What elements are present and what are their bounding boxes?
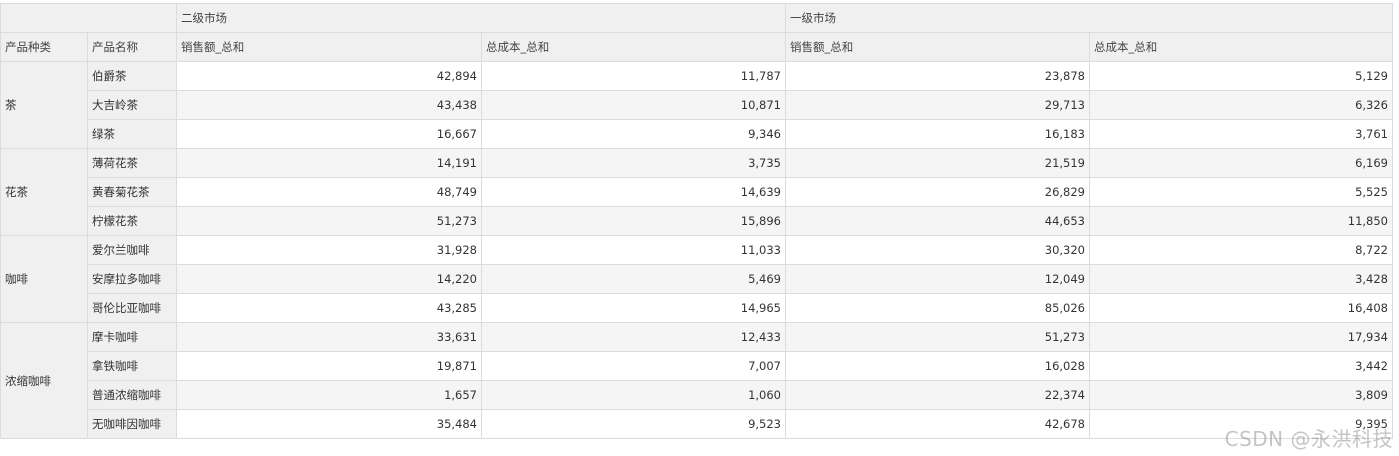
value-cell[interactable]: 3,809 <box>1089 380 1393 410</box>
value-cell[interactable]: 44,653 <box>785 206 1090 236</box>
value-cell[interactable]: 14,639 <box>481 177 786 207</box>
table-row: 柠檬花茶 51,273 15,896 44,653 11,850 <box>1 206 1393 236</box>
value-cell[interactable]: 14,191 <box>176 148 482 178</box>
value-cell[interactable]: 17,934 <box>1089 322 1393 352</box>
table-row: 绿茶 16,667 9,346 16,183 3,761 <box>1 119 1393 149</box>
row-header-product-name[interactable]: 安摩拉多咖啡 <box>87 264 177 294</box>
header-row-markets: 二级市场 一级市场 <box>0 3 1393 33</box>
value-cell[interactable]: 9,523 <box>481 409 786 439</box>
value-cell[interactable]: 5,129 <box>1089 61 1393 91</box>
row-header-product-name[interactable]: 伯爵茶 <box>87 61 177 91</box>
column-header-sales-sum[interactable]: 销售额_总和 <box>176 32 482 62</box>
value-cell[interactable]: 11,787 <box>481 61 786 91</box>
value-cell[interactable]: 48,749 <box>176 177 482 207</box>
column-header-cost-sum[interactable]: 总成本_总和 <box>481 32 786 62</box>
table-row: 大吉岭茶 43,438 10,871 29,713 6,326 <box>1 90 1393 120</box>
value-cell[interactable]: 3,761 <box>1089 119 1393 149</box>
row-header-product-name[interactable]: 哥伦比亚咖啡 <box>87 293 177 323</box>
value-cell[interactable]: 43,285 <box>176 293 482 323</box>
value-cell[interactable]: 9,395 <box>1089 409 1393 439</box>
table-row: 普通浓缩咖啡 1,657 1,060 22,374 3,809 <box>1 380 1393 410</box>
value-cell[interactable]: 42,894 <box>176 61 482 91</box>
value-cell[interactable]: 23,878 <box>785 61 1090 91</box>
value-cell[interactable]: 7,007 <box>481 351 786 381</box>
value-cell[interactable]: 15,896 <box>481 206 786 236</box>
value-cell[interactable]: 29,713 <box>785 90 1090 120</box>
value-cell[interactable]: 6,169 <box>1089 148 1393 178</box>
row-header-product-name[interactable]: 绿茶 <box>87 119 177 149</box>
pivot-body: 茶伯爵茶 42,894 11,787 23,878 5,129 大吉岭茶 43,438 10,… <box>0 61 1393 439</box>
value-cell[interactable]: 16,028 <box>785 351 1090 381</box>
value-cell[interactable]: 22,374 <box>785 380 1090 410</box>
row-header-product-name[interactable]: 普通浓缩咖啡 <box>87 380 177 410</box>
value-cell[interactable]: 1,060 <box>481 380 786 410</box>
value-cell[interactable]: 16,408 <box>1089 293 1393 323</box>
value-cell[interactable]: 9,346 <box>481 119 786 149</box>
column-header-primary-market[interactable]: 一级市场 <box>785 3 1393 33</box>
value-cell[interactable]: 12,049 <box>785 264 1090 294</box>
value-cell[interactable]: 16,667 <box>176 119 482 149</box>
row-header-product-name[interactable]: 拿铁咖啡 <box>87 351 177 381</box>
row-header-product-name[interactable]: 柠檬花茶 <box>87 206 177 236</box>
table-row: 黄春菊花茶 48,749 14,639 26,829 5,525 <box>1 177 1393 207</box>
row-header-category[interactable]: 茶 <box>0 61 88 149</box>
row-header-product-name[interactable]: 黄春菊花茶 <box>87 177 177 207</box>
value-cell[interactable]: 5,469 <box>481 264 786 294</box>
value-cell[interactable]: 33,631 <box>176 322 482 352</box>
value-cell[interactable]: 51,273 <box>785 322 1090 352</box>
value-cell[interactable]: 3,735 <box>481 148 786 178</box>
value-cell[interactable]: 16,183 <box>785 119 1090 149</box>
table-row: 无咖啡因咖啡 35,484 9,523 42,678 9,395 <box>1 409 1393 439</box>
value-cell[interactable]: 14,220 <box>176 264 482 294</box>
column-header-secondary-market[interactable]: 二级市场 <box>176 3 786 33</box>
table-row: 咖啡 爱尔兰咖啡 31,928 11,033 30,320 8,722 <box>0 235 1393 323</box>
value-cell[interactable]: 12,433 <box>481 322 786 352</box>
value-cell[interactable]: 35,484 <box>176 409 482 439</box>
row-header-product-name[interactable]: 大吉岭茶 <box>87 90 177 120</box>
value-cell[interactable]: 26,829 <box>785 177 1090 207</box>
header-corner <box>0 3 177 33</box>
value-cell[interactable]: 11,033 <box>481 235 786 265</box>
row-header-product-name[interactable]: 摩卡咖啡 <box>87 322 177 352</box>
value-cell[interactable]: 31,928 <box>176 235 482 265</box>
row-header-product-name[interactable]: 爱尔兰咖啡 <box>87 235 177 265</box>
header-row-measures: 产品种类 产品名称 销售额_总和 总成本_总和 销售额_总和 总成本_总和 <box>0 32 1393 62</box>
table-row: 安摩拉多咖啡 14,220 5,469 12,049 3,428 <box>1 264 1393 294</box>
row-header-category[interactable]: 浓缩咖啡 <box>0 322 88 439</box>
value-cell[interactable]: 51,273 <box>176 206 482 236</box>
column-header-product-category[interactable]: 产品种类 <box>0 32 88 62</box>
value-cell[interactable]: 3,442 <box>1089 351 1393 381</box>
value-cell[interactable]: 42,678 <box>785 409 1090 439</box>
value-cell[interactable]: 21,519 <box>785 148 1090 178</box>
row-header-category[interactable]: 花茶 <box>0 148 88 236</box>
table-row: 浓缩咖啡 摩卡咖啡 33,631 12,433 51,273 17,934 <box>0 322 1393 439</box>
value-cell[interactable]: 6,326 <box>1089 90 1393 120</box>
value-cell[interactable]: 19,871 <box>176 351 482 381</box>
row-header-category[interactable]: 咖啡 <box>0 235 88 323</box>
value-cell[interactable]: 5,525 <box>1089 177 1393 207</box>
value-cell[interactable]: 30,320 <box>785 235 1090 265</box>
table-row: 拿铁咖啡 19,871 7,007 16,028 3,442 <box>1 351 1393 381</box>
value-cell[interactable]: 8,722 <box>1089 235 1393 265</box>
value-cell[interactable]: 85,026 <box>785 293 1090 323</box>
pivot-table: 二级市场 一级市场 产品种类 产品名称 销售额_总和 总成本_总和 销售额_总和… <box>0 3 1393 439</box>
column-header-cost-sum[interactable]: 总成本_总和 <box>1089 32 1393 62</box>
column-header-sales-sum[interactable]: 销售额_总和 <box>785 32 1090 62</box>
value-cell[interactable]: 11,850 <box>1089 206 1393 236</box>
table-row: 哥伦比亚咖啡 43,285 14,965 85,026 16,408 <box>1 293 1393 323</box>
row-header-product-name[interactable]: 无咖啡因咖啡 <box>87 409 177 439</box>
value-cell[interactable]: 14,965 <box>481 293 786 323</box>
value-cell[interactable]: 43,438 <box>176 90 482 120</box>
value-cell[interactable]: 3,428 <box>1089 264 1393 294</box>
table-row: 花茶 薄荷花茶 14,191 3,735 21,519 6,169 <box>0 148 1393 236</box>
column-header-product-name[interactable]: 产品名称 <box>87 32 177 62</box>
row-header-product-name[interactable]: 薄荷花茶 <box>87 148 177 178</box>
table-row: 茶伯爵茶 42,894 11,787 23,878 5,129 <box>0 61 1393 149</box>
value-cell[interactable]: 10,871 <box>481 90 786 120</box>
value-cell[interactable]: 1,657 <box>176 380 482 410</box>
